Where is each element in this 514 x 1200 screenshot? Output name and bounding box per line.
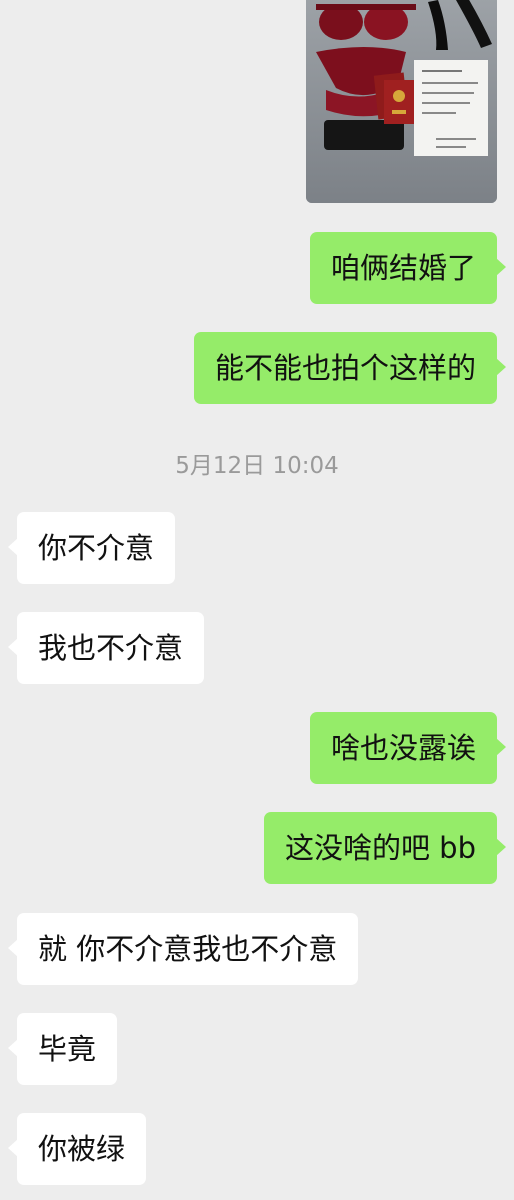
message-text: 咱俩结婚了 [330,251,476,285]
message-bubble-outgoing[interactable]: 这没啥的吧 bb [263,812,507,884]
message-bubble-outgoing[interactable]: 啥也没露诶 [309,712,507,784]
message-text: 能不能也拍个这样的 [214,351,476,385]
message-bubble-incoming[interactable]: 你被绿 [7,1113,147,1185]
message-bubble-incoming[interactable]: 毕竟 [7,1013,118,1085]
message-bubble-outgoing[interactable]: 咱俩结婚了 [309,232,507,304]
message-bubble-incoming[interactable]: 就 你不介意我也不介意 [7,913,359,985]
message-text: 你被绿 [38,1132,126,1166]
message-text: 毕竟 [38,1032,97,1066]
handwritten-note-icon [414,60,488,156]
message-bubble-incoming[interactable]: 我也不介意 [7,612,205,684]
message-bubble-outgoing[interactable]: 能不能也拍个这样的 [193,332,507,404]
chat-view: 咱俩结婚了 能不能也拍个这样的 5月12日 10:04 你不介意 我也不介意 啥… [0,0,514,1200]
photo-content [306,0,497,203]
marriage-certificate-icon [373,72,414,124]
message-text: 这没啥的吧 bb [284,831,476,865]
message-text: 我也不介意 [38,631,184,665]
timestamp-divider: 5月12日 10:04 [175,453,339,479]
message-text: 就 你不介意我也不介意 [38,932,338,966]
message-text: 啥也没露诶 [330,731,476,765]
message-text: 你不介意 [38,531,155,565]
image-message[interactable] [306,0,497,203]
message-bubble-incoming[interactable]: 你不介意 [7,512,176,584]
